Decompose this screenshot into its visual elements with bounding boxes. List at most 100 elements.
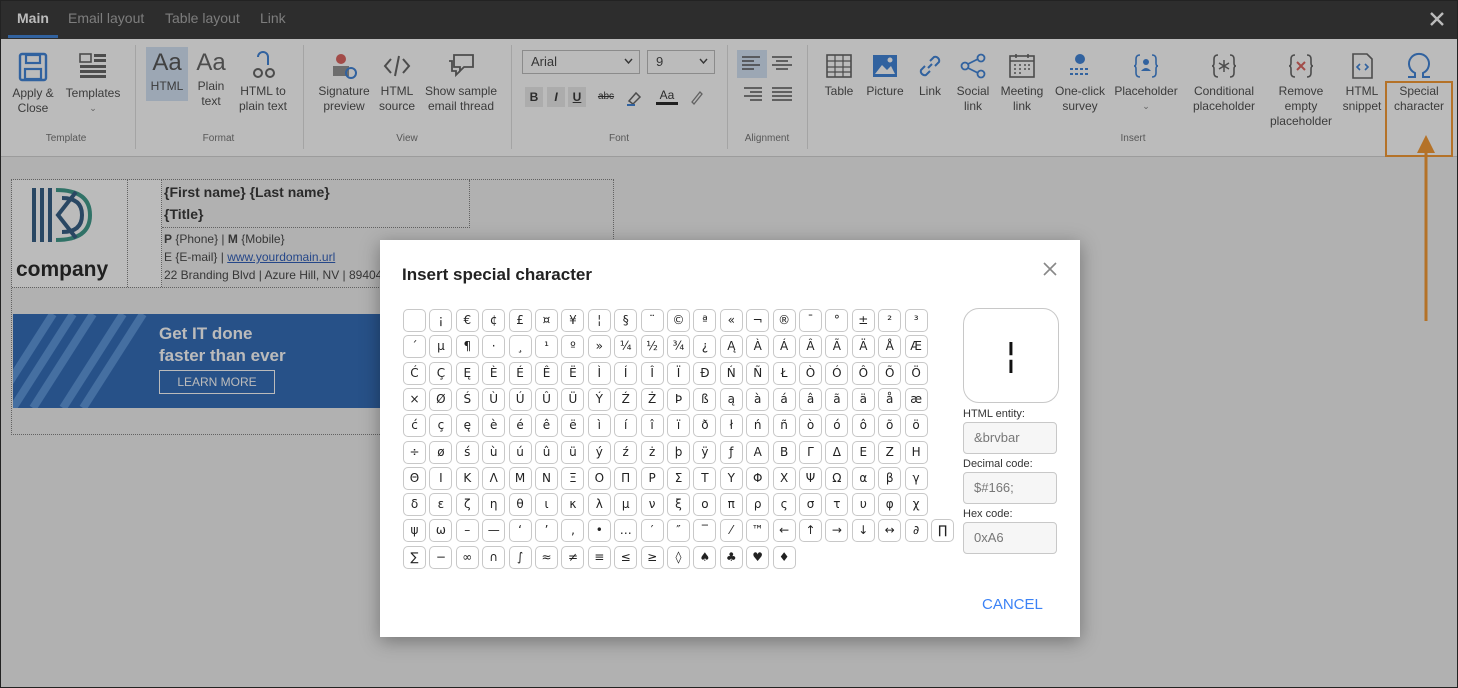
special-char-button[interactable]: æ (904, 387, 928, 411)
special-char-button[interactable]: Ξ (561, 466, 585, 490)
special-char-button[interactable]: ł (719, 414, 743, 438)
special-char-button[interactable]: μ (614, 493, 638, 517)
special-char-button[interactable]: ´ (403, 335, 426, 359)
special-char-button[interactable]: Γ (799, 440, 822, 464)
special-char-button[interactable]: Π (614, 466, 638, 490)
special-char-button[interactable]: Ζ (878, 440, 902, 464)
special-char-button[interactable]: Μ (508, 466, 532, 490)
special-char-button[interactable]: Ą (719, 335, 743, 359)
special-char-button[interactable]: ≤ (614, 545, 638, 569)
special-char-button[interactable]: ζ (455, 493, 479, 517)
special-char-button[interactable]: ♦ (772, 545, 796, 569)
special-char-button[interactable]: δ (403, 493, 426, 517)
special-char-button[interactable]: Ó (825, 361, 849, 385)
special-char-button[interactable]: ć (403, 414, 426, 438)
special-char-button[interactable]: ã (825, 387, 849, 411)
special-char-button[interactable]: × (403, 387, 426, 411)
special-char-button[interactable]: å (878, 387, 902, 411)
special-char-button[interactable]: Ê (535, 361, 558, 385)
special-char-button[interactable]: ι (535, 493, 558, 517)
special-char-button[interactable]: ² (878, 309, 902, 332)
special-char-button[interactable]: á (772, 387, 796, 411)
special-char-button[interactable]: ↑ (799, 519, 822, 543)
hex-code-field[interactable]: 0xA6 (963, 522, 1057, 554)
special-char-button[interactable]: ’ (535, 519, 558, 543)
special-char-button[interactable]: ∫ (508, 545, 532, 569)
special-char-button[interactable]: Î (640, 361, 664, 385)
special-char-button[interactable]: ¤ (535, 309, 558, 332)
special-char-button[interactable]: ÷ (403, 440, 426, 464)
special-char-button[interactable]: ¿ (693, 335, 717, 359)
special-char-button[interactable]: ò (799, 414, 822, 438)
special-char-button[interactable]: § (614, 309, 638, 332)
special-char-button[interactable]: ź (614, 440, 638, 464)
special-char-button[interactable]: ¨ (640, 309, 664, 332)
special-char-button[interactable]: Τ (693, 466, 717, 490)
special-char-button[interactable]: Ι (429, 466, 453, 490)
special-char-button[interactable]: Ω (825, 466, 849, 490)
special-char-button[interactable]: ƒ (719, 440, 743, 464)
special-char-button[interactable]: Θ (403, 466, 426, 490)
special-char-button[interactable]: ≈ (535, 545, 558, 569)
special-char-button[interactable]: Υ (719, 466, 743, 490)
special-char-button[interactable]: € (455, 309, 479, 332)
special-char-button[interactable]: Σ (667, 466, 690, 490)
special-char-button[interactable]: Χ (772, 466, 796, 490)
special-char-button[interactable]: ä (851, 387, 875, 411)
special-char-button[interactable]: ↔ (878, 519, 902, 543)
special-char-button[interactable]: π (719, 493, 743, 517)
special-char-button[interactable]: é (508, 414, 532, 438)
special-char-button[interactable]: ∞ (455, 545, 479, 569)
special-char-button[interactable]: Β (772, 440, 796, 464)
special-char-button[interactable]: ∂ (904, 519, 928, 543)
special-char-button[interactable]: ¦ (587, 309, 611, 332)
special-char-button[interactable]: Ñ (746, 361, 770, 385)
special-char-button[interactable]: û (535, 440, 558, 464)
special-char-button[interactable]: ∩ (482, 545, 506, 569)
special-char-button[interactable]: ◊ (667, 545, 690, 569)
special-char-button[interactable]: γ (904, 466, 928, 490)
special-char-button[interactable]: Õ (878, 361, 902, 385)
special-char-button[interactable]: ≠ (561, 545, 585, 569)
special-char-button[interactable]: ö (904, 414, 928, 438)
special-char-button[interactable]: ± (851, 309, 875, 332)
special-char-button[interactable]: ψ (403, 519, 426, 543)
special-char-button[interactable]: Â (799, 335, 822, 359)
special-char-button[interactable]: • (587, 519, 611, 543)
special-char-button[interactable]: Ì (587, 361, 611, 385)
special-char-button[interactable]: Ο (587, 466, 611, 490)
special-char-button[interactable]: Ú (508, 387, 532, 411)
special-char-button[interactable]: À (746, 335, 770, 359)
special-char-button[interactable]: È (482, 361, 506, 385)
html-entity-field[interactable]: &brvbar (963, 422, 1057, 454)
special-char-button[interactable]: ν (640, 493, 664, 517)
decimal-code-field[interactable]: $#166; (963, 472, 1057, 504)
special-char-button[interactable]: Δ (825, 440, 849, 464)
special-char-button[interactable]: ← (772, 519, 796, 543)
special-char-button[interactable]: Ç (429, 361, 453, 385)
close-dialog-icon[interactable] (1041, 260, 1059, 278)
special-char-button[interactable]: ę (455, 414, 479, 438)
special-char-button[interactable]: ś (455, 440, 479, 464)
special-char-button[interactable]: χ (904, 493, 928, 517)
special-char-button[interactable]: ® (772, 309, 796, 332)
special-char-button[interactable]: £ (508, 309, 532, 332)
special-char-button[interactable]: ÿ (693, 440, 717, 464)
special-char-button[interactable]: Α (746, 440, 770, 464)
special-char-button[interactable]: ≡ (587, 545, 611, 569)
special-char-button[interactable]: ø (429, 440, 453, 464)
special-char-button[interactable]: ″ (667, 519, 690, 543)
special-char-button[interactable]: ą (719, 387, 743, 411)
special-char-button[interactable]: Ù (482, 387, 506, 411)
special-char-button[interactable]: ń (746, 414, 770, 438)
special-char-button[interactable]: Ś (455, 387, 479, 411)
special-char-button[interactable]: Ü (561, 387, 585, 411)
special-char-button[interactable]: λ (587, 493, 611, 517)
special-char-button[interactable]: ñ (772, 414, 796, 438)
special-char-button[interactable]: © (667, 309, 690, 332)
special-char-button[interactable]: Κ (455, 466, 479, 490)
special-char-button[interactable]: η (482, 493, 506, 517)
special-char-button[interactable]: Ψ (799, 466, 822, 490)
special-char-button[interactable]: ⁄ (719, 519, 743, 543)
special-char-button[interactable]: υ (851, 493, 875, 517)
